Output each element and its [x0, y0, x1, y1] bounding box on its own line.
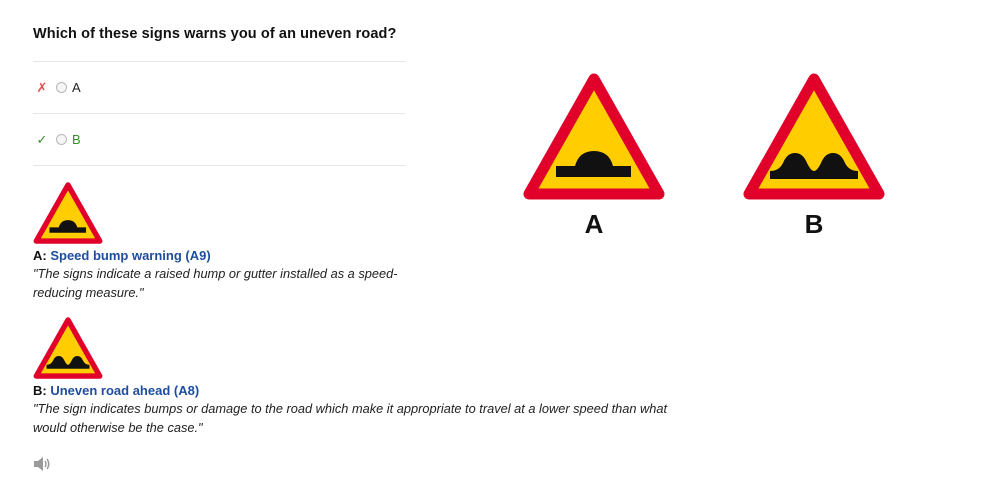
wrong-mark-icon: ✗	[36, 80, 48, 95]
uneven-road-sign-icon	[33, 317, 103, 379]
radio-button-b[interactable]	[56, 134, 67, 145]
answer-options: ✗ A ✓ B	[33, 61, 405, 166]
speed-bump-sign-icon	[33, 182, 103, 244]
option-a-label[interactable]: A	[72, 80, 81, 95]
explanation-a: A: Speed bump warning (A9) "The signs in…	[33, 182, 403, 302]
option-a[interactable]: ✗ A	[33, 62, 405, 114]
uneven-road-sign-icon	[743, 73, 885, 200]
explanation-b-link[interactable]: Uneven road ahead (A8)	[50, 383, 199, 398]
option-b-label[interactable]: B	[72, 132, 81, 147]
explanation-a-link[interactable]: Speed bump warning (A9)	[50, 248, 210, 263]
explanation-b-quote: "The sign indicates bumps or damage to t…	[33, 401, 668, 435]
correct-mark-icon: ✓	[36, 132, 48, 147]
explanation-b: B: Uneven road ahead (A8) "The sign indi…	[33, 317, 673, 437]
explanation-a-quote: "The signs indicate a raised hump or gut…	[33, 266, 398, 300]
speaker-icon[interactable]	[33, 456, 51, 472]
speed-bump-sign-icon	[523, 73, 665, 200]
quiz-page: Which of these signs warns you of an une…	[0, 0, 989, 500]
question-text: Which of these signs warns you of an une…	[33, 26, 397, 42]
sign-a-label: A	[584, 209, 604, 239]
explanation-a-letter: A:	[33, 248, 47, 263]
radio-button-a[interactable]	[56, 82, 67, 93]
explanation-b-letter: B:	[33, 383, 47, 398]
option-b[interactable]: ✓ B	[33, 114, 405, 166]
sign-b-label: B	[804, 209, 824, 239]
